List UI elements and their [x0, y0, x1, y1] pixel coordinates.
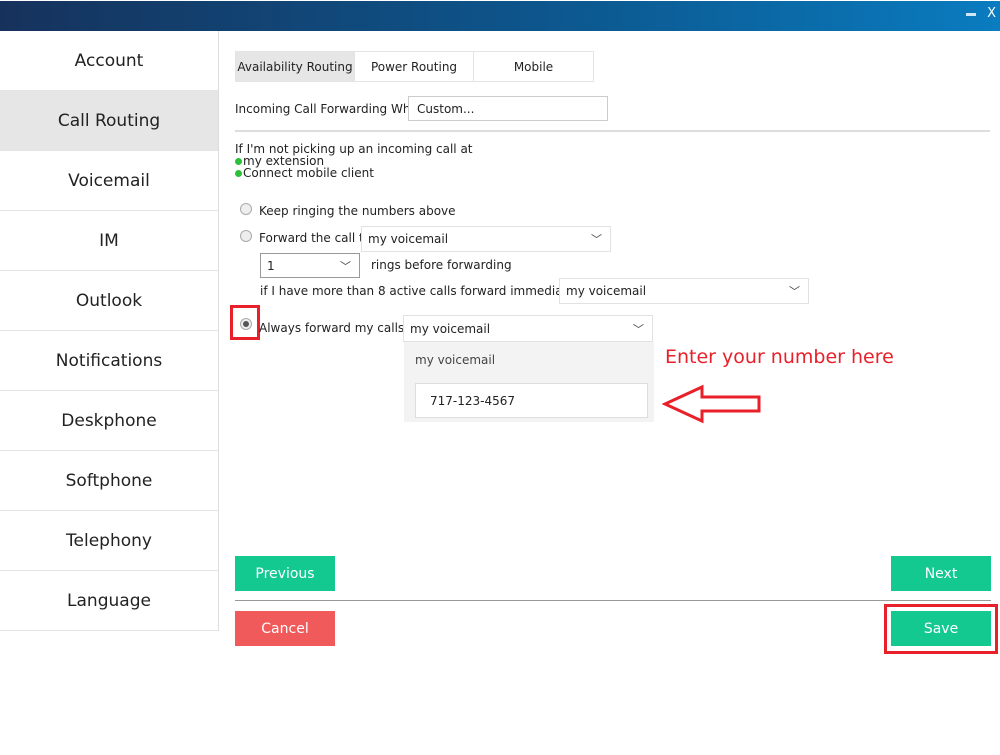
sidebar-item-language[interactable]: Language	[0, 571, 218, 631]
sidebar: Account Call Routing Voicemail IM Outloo…	[0, 31, 219, 631]
save-button[interactable]: Save	[891, 611, 991, 646]
overflow-target-select[interactable]: my voicemail ﹀	[559, 278, 809, 304]
dropdown-menu: my voicemail 717-123-4567	[404, 342, 654, 422]
sidebar-item-im[interactable]: IM	[0, 211, 218, 271]
target-mobile: Connect mobile client	[243, 166, 374, 180]
rings-select[interactable]: 1 ﹀	[260, 253, 360, 278]
cancel-button[interactable]: Cancel	[235, 611, 335, 646]
sidebar-item-voicemail[interactable]: Voicemail	[0, 151, 218, 211]
always-forward-select[interactable]: my voicemail ﹀	[403, 315, 653, 342]
divider	[235, 600, 991, 601]
status-dot	[235, 158, 242, 165]
minimize-button[interactable]	[966, 13, 976, 16]
status-dot	[235, 170, 242, 177]
forward-call-radio[interactable]	[240, 230, 252, 242]
dropdown-option-voicemail[interactable]: my voicemail	[415, 353, 495, 367]
chevron-down-icon: ﹀	[340, 259, 351, 273]
forwarding-mode-field[interactable]: Custom...	[408, 96, 608, 121]
forward-target-select[interactable]: my voicemail ﹀	[361, 226, 611, 252]
tab-availability-routing[interactable]: Availability Routing	[236, 52, 355, 81]
chevron-down-icon: ﹀	[633, 322, 644, 336]
intro-block: If I'm not picking up an incoming call a…	[235, 143, 473, 179]
keep-ringing-radio[interactable]	[240, 203, 252, 215]
overflow-label: if I have more than 8 active calls forwa…	[260, 284, 601, 298]
rings-label: rings before forwarding	[371, 258, 512, 272]
sidebar-item-call-routing[interactable]: Call Routing	[0, 91, 218, 151]
annotation-text: Enter your number here	[665, 346, 894, 368]
previous-button[interactable]: Previous	[235, 556, 335, 591]
sidebar-item-deskphone[interactable]: Deskphone	[0, 391, 218, 451]
chevron-down-icon: ﹀	[591, 233, 602, 246]
tab-power-routing[interactable]: Power Routing	[355, 52, 474, 81]
always-forward-radio[interactable]	[240, 318, 252, 330]
forwarding-label: Incoming Call Forwarding When	[235, 102, 426, 116]
sidebar-item-telephony[interactable]: Telephony	[0, 511, 218, 571]
overflow-target-value: my voicemail	[566, 284, 647, 298]
sidebar-item-account[interactable]: Account	[0, 31, 218, 91]
keep-ringing-label: Keep ringing the numbers above	[259, 204, 456, 218]
arrow-left-icon	[662, 384, 761, 424]
always-forward-value: my voicemail	[410, 321, 491, 336]
sidebar-item-outlook[interactable]: Outlook	[0, 271, 218, 331]
phone-number-input[interactable]: 717-123-4567	[415, 383, 648, 418]
sidebar-item-softphone[interactable]: Softphone	[0, 451, 218, 511]
tab-bar: Availability Routing Power Routing Mobil…	[235, 51, 594, 82]
chevron-down-icon: ﹀	[789, 285, 800, 298]
rings-value: 1	[267, 258, 275, 273]
forward-target-value: my voicemail	[368, 232, 449, 246]
next-button[interactable]: Next	[891, 556, 991, 591]
sidebar-item-notifications[interactable]: Notifications	[0, 331, 218, 391]
always-forward-label: Always forward my calls to	[259, 321, 421, 335]
divider	[235, 130, 990, 132]
tab-mobile[interactable]: Mobile	[474, 52, 593, 81]
close-button[interactable]: X	[987, 6, 996, 21]
title-bar: X	[0, 1, 1000, 31]
forward-call-label: Forward the call to	[259, 231, 372, 245]
